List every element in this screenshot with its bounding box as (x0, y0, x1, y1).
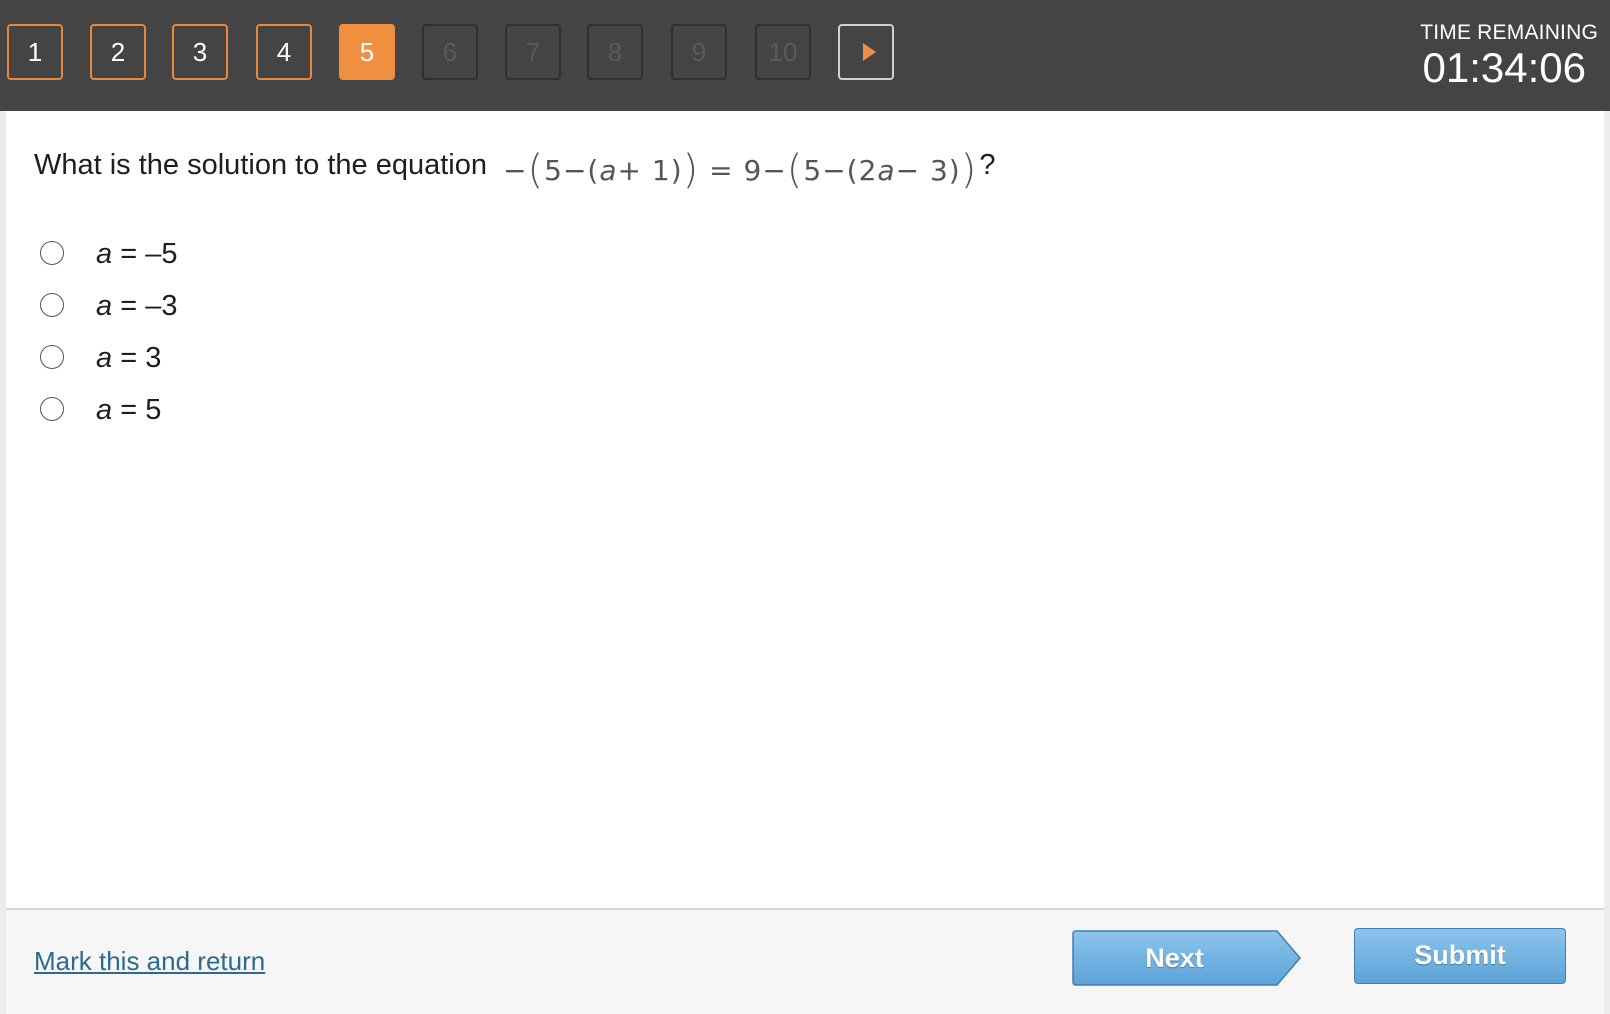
radio-button[interactable] (40, 345, 64, 369)
option-variable: a (96, 394, 113, 426)
eq-part: 5−( (544, 154, 600, 187)
option-label[interactable]: a = –5 (96, 238, 177, 271)
eq-variable: a (599, 154, 618, 187)
equation: −(5−(a+ 1)) = 9−(5−(2a− 3)) (503, 147, 977, 193)
eq-part: = 9− (699, 154, 787, 187)
option-variable: a (96, 342, 113, 374)
eq-part: 5−(2 (803, 154, 878, 187)
eq-part: − 3) (895, 154, 961, 187)
radio-button[interactable] (40, 293, 64, 317)
eq-paren: ) (960, 147, 978, 193)
play-arrow-icon (863, 43, 876, 61)
option-label[interactable]: a = –3 (96, 290, 177, 323)
next-button-label: Next (1145, 943, 1204, 973)
question-nav-9: 9 (671, 24, 727, 80)
question-nav-7: 7 (505, 24, 561, 80)
radio-button[interactable] (40, 397, 64, 421)
option-value: = 3 (112, 342, 162, 374)
next-question-arrow-button[interactable] (838, 24, 894, 80)
answer-option-1[interactable]: a = –5 (40, 237, 440, 277)
question-text: What is the solution to the equation −(5… (34, 147, 995, 193)
footer-bar: Mark this and return Next Submit (6, 908, 1604, 1014)
time-remaining-label: TIME REMAINING (1420, 21, 1598, 44)
question-suffix: ? (979, 149, 996, 181)
submit-button[interactable]: Submit (1354, 928, 1566, 984)
answer-option-3[interactable]: a = 3 (40, 341, 440, 381)
radio-button[interactable] (40, 241, 64, 265)
eq-paren: ) (682, 147, 700, 193)
answer-option-4[interactable]: a = 5 (40, 393, 440, 433)
question-nav-4[interactable]: 4 (256, 24, 312, 80)
answer-option-2[interactable]: a = –3 (40, 289, 440, 329)
question-prompt: What is the solution to the equation (34, 149, 488, 181)
option-label[interactable]: a = 5 (96, 394, 161, 427)
option-value: = 5 (112, 394, 162, 426)
question-nav-1[interactable]: 1 (7, 24, 63, 80)
question-nav-2[interactable]: 2 (90, 24, 146, 80)
option-variable: a (96, 290, 113, 322)
top-navigation-bar: 1 2 3 4 5 6 7 8 9 10 TIME REMAINING 01:3… (0, 0, 1610, 111)
question-nav-8: 8 (587, 24, 643, 80)
question-nav-6: 6 (422, 24, 478, 80)
eq-variable: a (877, 154, 896, 187)
eq-part: + 1) (617, 154, 683, 187)
eq-paren: ( (527, 147, 545, 193)
question-nav-10: 10 (755, 24, 811, 80)
option-variable: a (96, 238, 113, 270)
eq-paren: ( (786, 147, 804, 193)
question-panel: What is the solution to the equation −(5… (6, 111, 1604, 908)
option-label[interactable]: a = 3 (96, 342, 161, 375)
question-nav-3[interactable]: 3 (172, 24, 228, 80)
time-remaining-value: 01:34:06 (1422, 44, 1587, 91)
mark-and-return-link[interactable]: Mark this and return (34, 946, 265, 977)
next-button[interactable]: Next (1072, 930, 1302, 986)
option-value: = –3 (112, 290, 178, 322)
question-nav-5-current[interactable]: 5 (339, 24, 395, 80)
eq-part: − (503, 154, 528, 187)
option-value: = –5 (112, 238, 178, 270)
